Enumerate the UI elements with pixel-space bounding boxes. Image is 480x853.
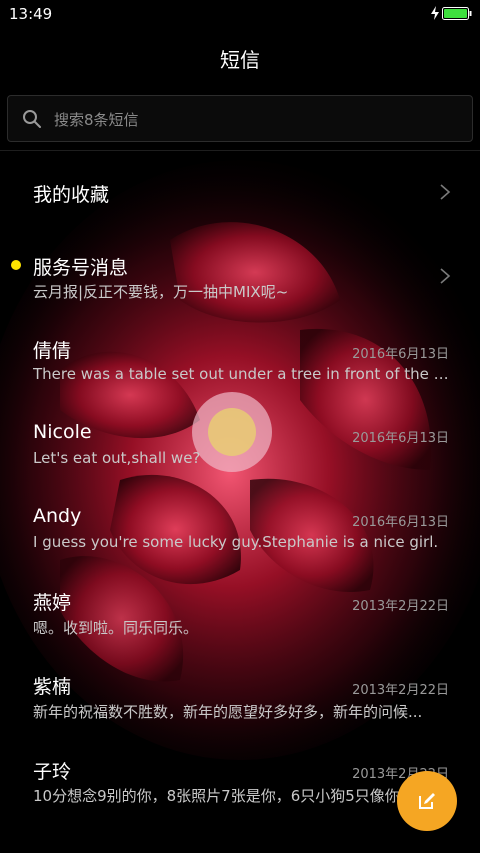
list-item-qianqian[interactable]: 倩倩 2016年6月13日 There was a table set out … [0, 320, 480, 402]
list-item-zinan[interactable]: 紫楠 2013年2月22日 新年的祝福数不胜数，新年的愿望好多好多，新年的问候.… [0, 656, 480, 738]
compose-icon [419, 793, 435, 809]
list-item-yanting[interactable]: 燕婷 2013年2月22日 嗯。收到啦。同乐同乐。 [0, 572, 480, 654]
search-input[interactable]: 搜索8条短信 [7, 95, 473, 142]
status-bar: 13:49 [0, 0, 480, 28]
conversation-date: 2016年6月13日 [352, 431, 449, 446]
conversation-preview: 云月报|反正不要钱，万一抽中MIX呢~ [33, 283, 289, 301]
search-icon [23, 110, 41, 128]
status-time: 13:49 [9, 5, 53, 23]
conversation-title: Andy [33, 505, 82, 527]
conversation-date: 2013年2月22日 [352, 599, 449, 614]
unread-dot [11, 260, 21, 270]
conversation-title: 服务号消息 [33, 257, 129, 279]
list-item-nicole[interactable]: Nicole 2016年6月13日 Let's eat out,shall we… [0, 404, 480, 486]
list-item-andy[interactable]: Andy 2016年6月13日 I guess you're some luck… [0, 488, 480, 570]
charging-bolt-icon [431, 6, 439, 20]
conversation-preview: 嗯。收到啦。同乐同乐。 [33, 619, 199, 637]
conversation-title: 紫楠 [33, 676, 72, 698]
conversation-preview: 新年的祝福数不胜数，新年的愿望好多好多，新年的问候... [33, 703, 423, 721]
conversation-title: 燕婷 [33, 592, 72, 614]
conversation-preview: 10分想念9别的你，8张照片7张是你，6只小狗5只像你... [33, 787, 415, 805]
conversation-preview: I guess you're some lucky guy.Stephanie … [33, 533, 439, 551]
conversation-preview: There was a table set out under a tree i… [33, 365, 449, 383]
compose-button[interactable] [397, 771, 457, 831]
conversation-date: 2016年6月13日 [352, 347, 449, 362]
conversation-date: 2013年2月22日 [352, 683, 449, 698]
battery-icon [442, 7, 472, 20]
list-item-favorites[interactable]: 我的收藏 [0, 151, 480, 231]
conversation-title: 倩倩 [33, 340, 72, 362]
page-title: 短信 [220, 48, 260, 72]
conversation-title: Nicole [33, 421, 92, 443]
conversation-title: 子玲 [33, 761, 72, 783]
conversation-date: 2016年6月13日 [352, 515, 449, 530]
list-item-service-messages[interactable]: 服务号消息 云月报|反正不要钱，万一抽中MIX呢~ [0, 236, 480, 318]
chevron-right-icon [440, 184, 451, 200]
search-placeholder: 搜索8条短信 [54, 111, 139, 129]
conversation-preview: Let's eat out,shall we? [33, 449, 201, 467]
chevron-right-icon [440, 268, 451, 284]
conversation-title: 我的收藏 [33, 184, 110, 206]
